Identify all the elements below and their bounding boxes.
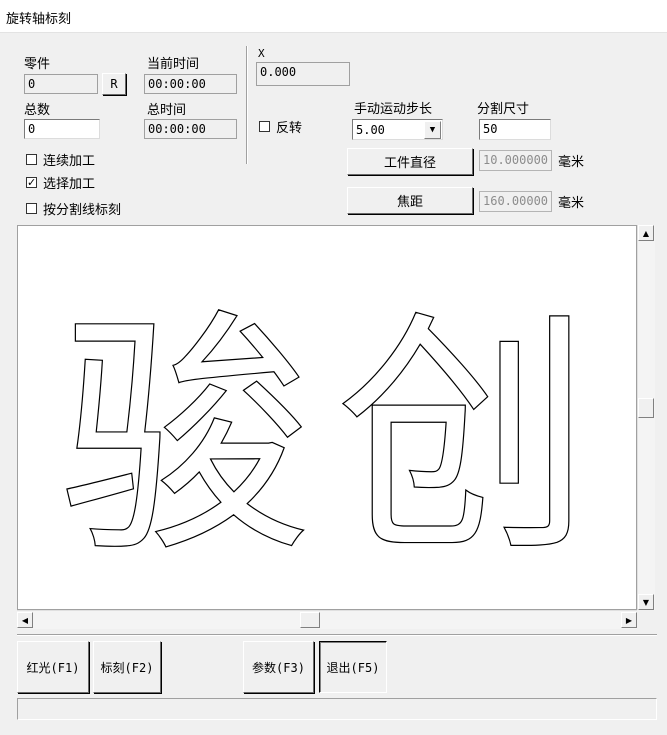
glyph-chuang: 创 [336,290,591,587]
split-size-input[interactable]: 50 [479,119,551,140]
checkbox-label: 按分割线标刻 [43,203,122,218]
title-bar [0,0,667,33]
button-label: 退出(F5) [326,660,380,675]
glyph-jun: 骏 [58,290,313,587]
bottom-separator [17,634,657,636]
workpiece-diameter-field: 10.000000 [479,150,552,171]
checkbox-box[interactable] [26,154,37,165]
current-time-field: 00:00:00 [144,74,237,94]
parameters-button[interactable]: 参数(F3) [243,641,314,693]
total-count-input[interactable]: 0 [24,119,100,139]
button-label: 焦距 [396,195,423,210]
red-light-button[interactable]: 红光(F1) [17,641,89,693]
continuous-process-checkbox[interactable]: 连续加工 [26,150,95,169]
reset-button-label: R [110,77,118,91]
part-count-field: 0 [24,74,98,94]
checkbox-box[interactable] [259,121,270,132]
workpiece-unit: 毫米 [558,155,585,170]
button-label: 标刻(F2) [100,660,154,675]
total-time-label: 总时间 [147,103,187,118]
focus-distance-button[interactable]: 焦距 [347,187,473,214]
focus-unit: 毫米 [558,196,585,211]
reverse-checkbox[interactable]: 反转 [259,117,302,136]
scroll-left-icon[interactable]: ◀ [17,612,33,628]
step-label: 手动运动步长 [354,102,433,117]
checkbox-label: 连续加工 [43,154,96,169]
scroll-right-icon[interactable]: ▶ [621,612,637,628]
mark-button[interactable]: 标刻(F2) [93,641,161,693]
current-time-label: 当前时间 [147,57,200,72]
horizontal-scrollbar[interactable]: ◀ ▶ [17,610,637,629]
window-title: 旋转轴标刻 [6,12,72,27]
scroll-up-icon[interactable]: ▲ [638,225,654,241]
dropdown-arrow-icon[interactable]: ▼ [424,121,441,139]
status-bar [17,698,657,720]
reset-button[interactable]: R [102,73,126,95]
total-label: 总数 [24,103,51,118]
part-label: 零件 [24,57,51,72]
checkbox-box[interactable] [26,203,37,214]
select-process-checkbox[interactable]: ✓ 选择加工 [26,173,95,192]
button-label: 工件直径 [383,156,436,171]
step-select[interactable]: 5.00 ▼ [352,119,443,140]
mark-by-split-line-checkbox[interactable]: 按分割线标刻 [26,199,121,218]
exit-button[interactable]: 退出(F5) [319,641,387,693]
checkbox-label: 反转 [276,121,303,136]
x-position-field: 0.000 [256,62,350,86]
workpiece-diameter-button[interactable]: 工件直径 [347,148,473,175]
split-size-label: 分割尺寸 [477,102,530,117]
step-select-value: 5.00 [356,122,385,137]
scroll-down-icon[interactable]: ▼ [638,594,654,610]
horizontal-scroll-thumb[interactable] [300,612,320,628]
outline-text-svg: 骏 创 [57,289,591,587]
group-separator [246,46,248,164]
vertical-scrollbar[interactable]: ▲ ▼ [637,225,655,610]
focus-distance-field: 160.00000 [479,191,552,212]
button-label: 红光(F1) [26,660,80,675]
vertical-scroll-thumb[interactable] [638,398,654,418]
total-time-field: 00:00:00 [144,119,237,139]
checkbox-box-checked[interactable]: ✓ [26,177,37,188]
preview-canvas[interactable]: 骏 创 [17,225,637,610]
checkbox-label: 选择加工 [43,177,96,192]
button-label: 参数(F3) [252,660,305,675]
x-axis-label: X [258,47,265,60]
